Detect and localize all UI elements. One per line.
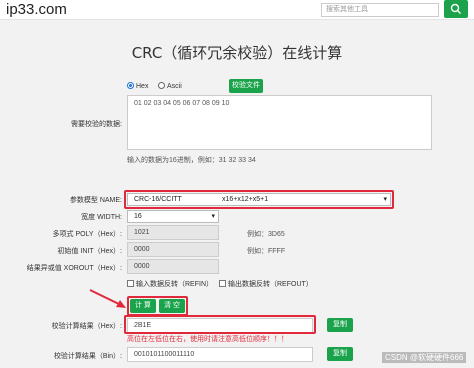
buttons-highlight-box — [127, 296, 188, 316]
radio-ascii[interactable]: Ascii — [158, 82, 182, 90]
arrow-annotation-icon — [89, 289, 126, 308]
result-highlight-box — [124, 315, 316, 334]
data-input-label: 需要校验的数据: — [71, 121, 122, 128]
init-label: 初始值 INIT（Hex）: — [57, 248, 122, 255]
data-input-textarea[interactable]: 01 02 03 04 05 06 07 08 09 10 — [127, 95, 432, 150]
xorout-input[interactable]: 0000 — [127, 259, 219, 274]
width-value: 16 — [134, 213, 142, 220]
top-bar: ip33.com 搜索其他工具 — [0, 0, 474, 20]
refin-checkbox[interactable]: 输入数据反转（REFIN） — [127, 279, 213, 289]
checkbox-icon — [219, 280, 226, 287]
bin-result-output[interactable]: 0010101100011110 — [127, 347, 313, 362]
hex-result-label: 校验计算结果（Hex）: — [51, 323, 122, 330]
radio-selected-icon — [127, 82, 134, 89]
width-label: 宽度 WIDTH: — [81, 214, 122, 221]
search-input[interactable]: 搜索其他工具 — [321, 3, 439, 17]
search-icon — [450, 3, 461, 14]
check-file-button[interactable]: 校验文件 — [229, 79, 263, 93]
search-button[interactable] — [444, 0, 468, 18]
csdn-watermark: CSDN @软硬硬件666 — [382, 352, 467, 363]
init-example: 例如：FFFF — [247, 248, 286, 255]
radio-hex[interactable]: Hex — [127, 82, 148, 90]
bin-result-label: 校验计算结果（Bin）: — [53, 353, 122, 360]
model-highlight-box — [124, 190, 394, 209]
site-logo[interactable]: ip33.com — [6, 1, 67, 18]
poly-input[interactable]: 1021 — [127, 225, 219, 240]
poly-example: 例如：3D65 — [247, 231, 285, 238]
width-select[interactable]: 16 ▾ — [127, 210, 219, 223]
page-title: CRC（循环冗余校验）在线计算 — [131, 44, 343, 62]
bit-order-warning: 高位在左低位在右，使用时请注意高低位顺序！！！ — [127, 336, 288, 343]
radio-unselected-icon — [158, 82, 165, 89]
xorout-label: 结果异或值 XOROUT（Hex）: — [26, 265, 122, 272]
data-input-hint: 输入的数据为16进制，例如：31 32 33 34 — [127, 157, 256, 164]
chevron-down-icon: ▾ — [211, 213, 215, 220]
model-label: 参数模型 NAME: — [69, 197, 122, 204]
copy-bin-button[interactable]: 复制 — [327, 347, 353, 361]
copy-hex-button[interactable]: 复制 — [327, 318, 353, 332]
poly-label: 多项式 POLY（Hex）: — [52, 231, 123, 238]
refout-checkbox[interactable]: 输出数据反转（REFOUT） — [219, 279, 313, 289]
init-input[interactable]: 0000 — [127, 242, 219, 257]
checkbox-icon — [127, 280, 134, 287]
